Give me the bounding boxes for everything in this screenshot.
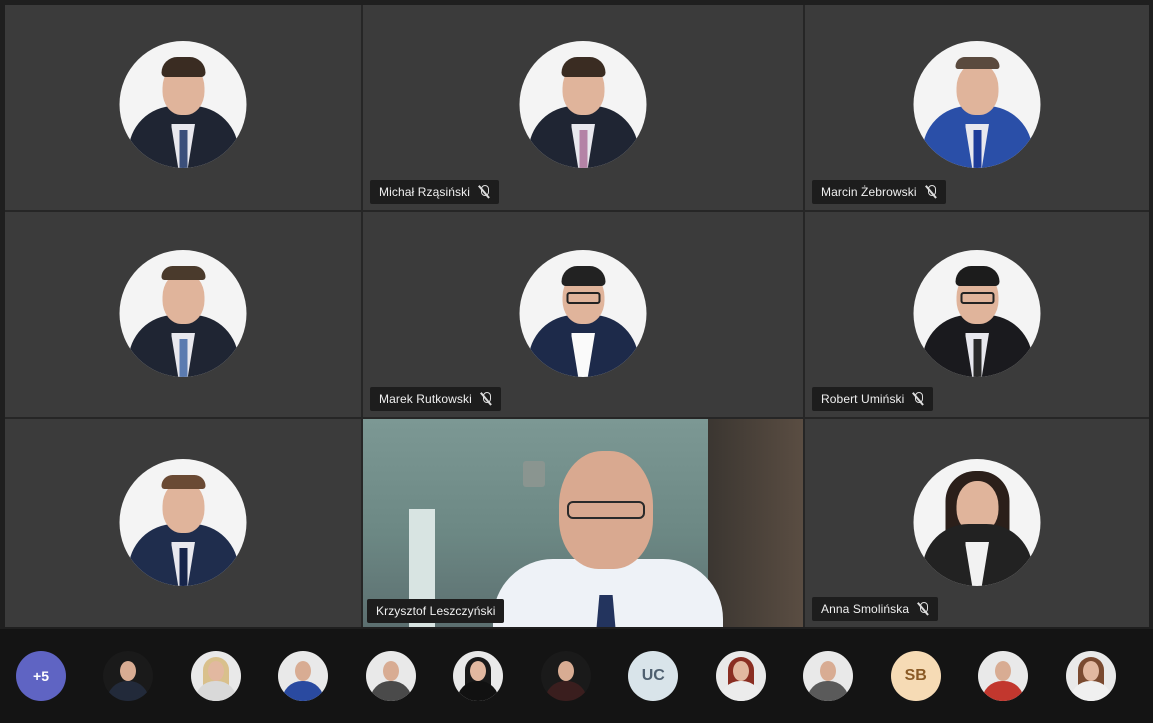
participant-thumbnail[interactable] [278,651,329,701]
participant-thumbnail[interactable] [1065,651,1116,701]
participant-thumbnail[interactable] [540,651,591,701]
participant-initials-avatar[interactable]: SB [890,651,941,701]
participant-tile[interactable]: Marcin Żebrowski [805,5,1149,210]
participant-name: Robert Umiński [821,392,905,406]
mic-off-icon [478,185,490,199]
participant-name: Marcin Żebrowski [821,185,917,199]
participant-tile[interactable] [5,212,361,417]
participant-avatar [119,459,247,586]
mic-off-icon [912,392,924,406]
mic-off-icon [917,602,929,616]
mic-off-icon [480,392,492,406]
mic-off-icon [925,185,937,199]
participant-thumbnail[interactable] [453,651,504,701]
participant-avatar [119,41,247,168]
participant-thumbnail[interactable] [103,651,154,701]
participant-tile[interactable]: Michał Rząsiński [363,5,803,210]
participant-initials-avatar[interactable]: UC [628,651,679,701]
participant-tile[interactable]: Anna Smolińska [805,419,1149,627]
participant-name: Michał Rząsiński [379,185,470,199]
participant-tile[interactable] [5,419,361,627]
participant-name-tag: Anna Smolińska [812,597,939,621]
participant-name: Marek Rutkowski [379,392,472,406]
video-grid: Michał Rząsiński Marcin Żebrowski Marek … [5,5,1149,627]
participant-video-tile[interactable]: Krzysztof Leszczyński [363,419,803,627]
participant-thumbnail[interactable] [190,651,241,701]
participant-avatar [119,250,247,377]
participant-name: Anna Smolińska [821,602,910,616]
participant-name-tag: Marek Rutkowski [370,387,501,411]
participant-thumbnail[interactable] [365,651,416,701]
participant-tile[interactable] [5,5,361,210]
more-participants-button[interactable]: +5 [16,651,66,701]
participant-tile[interactable]: Robert Umiński [805,212,1149,417]
emblem-icon [523,461,545,487]
participant-avatar [519,41,647,168]
participant-name: Krzysztof Leszczyński [376,604,496,618]
participant-avatar [913,459,1041,586]
participant-tile[interactable]: Marek Rutkowski [363,212,803,417]
participant-strip: +5 UC SB [0,629,1153,723]
participant-name-tag: Marcin Żebrowski [812,180,946,204]
participant-name-tag: Michał Rząsiński [370,180,499,204]
participant-thumbnail[interactable] [978,651,1029,701]
participant-avatar [913,41,1041,168]
participant-name-tag: Robert Umiński [812,387,934,411]
participant-thumbnail[interactable] [715,651,766,701]
participant-name-tag: Krzysztof Leszczyński [367,599,505,623]
participant-thumbnail[interactable] [803,651,854,701]
participant-avatar [519,250,647,377]
participant-avatar [913,250,1041,377]
